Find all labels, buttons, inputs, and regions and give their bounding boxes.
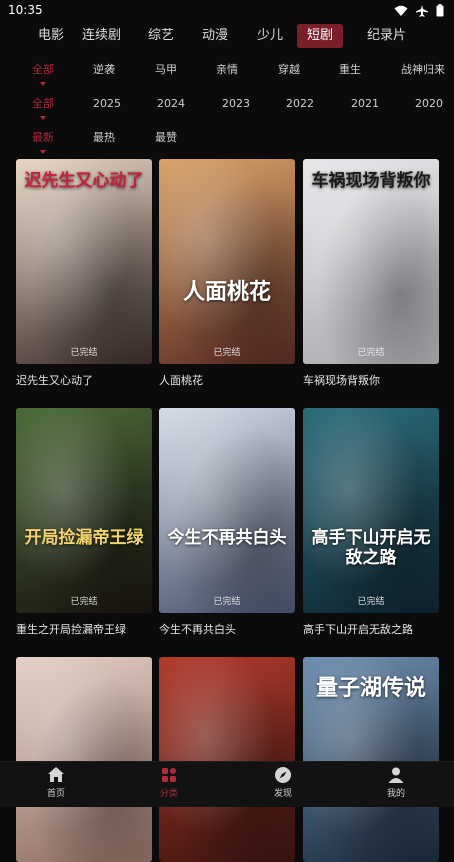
tab-1[interactable]: 连续剧 <box>72 24 131 48</box>
poster-artwork <box>16 657 152 862</box>
bottom-nav: 首页 分类 发现 我的 <box>0 761 454 807</box>
wifi-icon <box>394 5 408 16</box>
poster-image[interactable]: 高手下山开启无敌之路已完结 <box>303 408 439 613</box>
bottom-nav-label: 发现 <box>273 789 292 799</box>
poster-image[interactable]: 车祸现场背叛你已完结 <box>303 159 439 364</box>
tab-3[interactable]: 动漫 <box>192 24 238 48</box>
bottom-nav-item-1[interactable]: 分类 <box>129 766 209 799</box>
genre-option-3[interactable]: 亲情 <box>216 60 238 80</box>
status-badge: 已完结 <box>70 348 98 358</box>
status-badge: 已完结 <box>70 597 98 607</box>
bottom-nav-label: 我的 <box>386 789 405 799</box>
status-bar: 10:35 <box>0 0 454 22</box>
sort-option-1[interactable]: 最热 <box>93 128 115 148</box>
poster-image[interactable] <box>16 657 152 862</box>
poster-title-text: 迟先生又心动了 <box>24 171 144 191</box>
drama-title[interactable]: 今生不再共白头 <box>159 621 295 637</box>
year-option-3[interactable]: 2023 <box>222 94 250 114</box>
poster-title-text: 量子湖传说 <box>315 675 426 701</box>
genre-option-4[interactable]: 穿越 <box>278 60 300 80</box>
status-badge: 已完结 <box>357 348 385 358</box>
status-time: 10:35 <box>8 3 43 17</box>
poster-image[interactable]: 今生不再共白头已完结 <box>159 408 295 613</box>
status-badge: 已完结 <box>213 348 241 358</box>
year-option-4[interactable]: 2022 <box>286 94 314 114</box>
drama-title[interactable]: 迟先生又心动了 <box>16 372 152 388</box>
tab-5[interactable]: 短剧 <box>297 24 344 48</box>
tab-6[interactable]: 纪录片 <box>357 24 416 48</box>
poster-artwork <box>159 657 295 862</box>
year-option-5[interactable]: 2021 <box>351 94 379 114</box>
bottom-nav-item-3[interactable]: 我的 <box>356 766 436 799</box>
sort-option-0[interactable]: 最新 <box>32 128 54 154</box>
poster-image[interactable]: 开局捡漏帝王绿已完结 <box>16 408 152 613</box>
bottom-nav-item-2[interactable]: 发现 <box>243 766 323 799</box>
genre-option-6[interactable]: 战神归来 <box>401 60 445 80</box>
battery-icon <box>436 4 444 17</box>
genre-option-0[interactable]: 全部 <box>32 60 54 86</box>
bottom-nav-item-0[interactable]: 首页 <box>16 766 96 799</box>
airplane-icon <box>416 4 428 17</box>
genre-option-2[interactable]: 马甲 <box>155 60 177 80</box>
poster-title-text: 高手下山开启无敌之路 <box>311 528 431 568</box>
category-tabs: 电影 连续剧 综艺 动漫 少儿 短剧 纪录片 <box>0 24 454 48</box>
drama-title[interactable]: 人面桃花 <box>159 372 295 388</box>
year-filter-row: 全部 2025 2024 2023 2022 2021 2020 <box>0 94 454 120</box>
genre-filter-row: 全部 逆袭 马甲 亲情 穿越 重生 战神归来 <box>0 60 454 86</box>
bottom-nav-label: 分类 <box>159 789 178 799</box>
year-option-2[interactable]: 2024 <box>157 94 185 114</box>
poster-image[interactable]: 量子湖传说 <box>303 657 439 862</box>
poster-title-text: 今生不再共白头 <box>167 528 287 548</box>
sort-option-2[interactable]: 最赞 <box>155 128 177 148</box>
poster-title-text: 车祸现场背叛你 <box>311 171 431 191</box>
bottom-nav-label: 首页 <box>46 789 65 799</box>
poster-image[interactable]: 迟先生又心动了已完结 <box>16 159 152 364</box>
poster-title-text: 人面桃花 <box>182 279 271 305</box>
status-badge: 已完结 <box>357 597 385 607</box>
poster-image[interactable] <box>159 657 295 862</box>
grid-icon <box>129 766 209 784</box>
home-icon <box>16 766 96 784</box>
tab-2[interactable]: 综艺 <box>138 24 184 48</box>
compass-icon <box>243 766 323 784</box>
tab-4[interactable]: 少儿 <box>247 24 293 48</box>
year-option-0[interactable]: 全部 <box>32 94 54 120</box>
genre-option-1[interactable]: 逆袭 <box>93 60 115 80</box>
tab-0[interactable]: 电影 <box>28 24 74 48</box>
user-icon <box>356 766 436 784</box>
poster-title-text: 开局捡漏帝王绿 <box>24 528 144 548</box>
poster-artwork <box>159 408 295 613</box>
drama-title[interactable]: 车祸现场背叛你 <box>303 372 439 388</box>
status-badge: 已完结 <box>213 597 241 607</box>
poster-image[interactable]: 人面桃花 已完结 <box>159 159 295 364</box>
genre-option-5[interactable]: 重生 <box>339 60 361 80</box>
poster-artwork <box>16 408 152 613</box>
drama-title[interactable]: 重生之开局捡漏帝王绿 <box>16 621 152 637</box>
year-option-6[interactable]: 2020 <box>415 94 443 114</box>
sort-filter-row: 最新 最热 最赞 <box>0 128 454 154</box>
drama-title[interactable]: 高手下山开启无敌之路 <box>303 621 439 637</box>
year-option-1[interactable]: 2025 <box>93 94 121 114</box>
poster-artwork <box>303 408 439 613</box>
poster-artwork <box>159 159 295 364</box>
